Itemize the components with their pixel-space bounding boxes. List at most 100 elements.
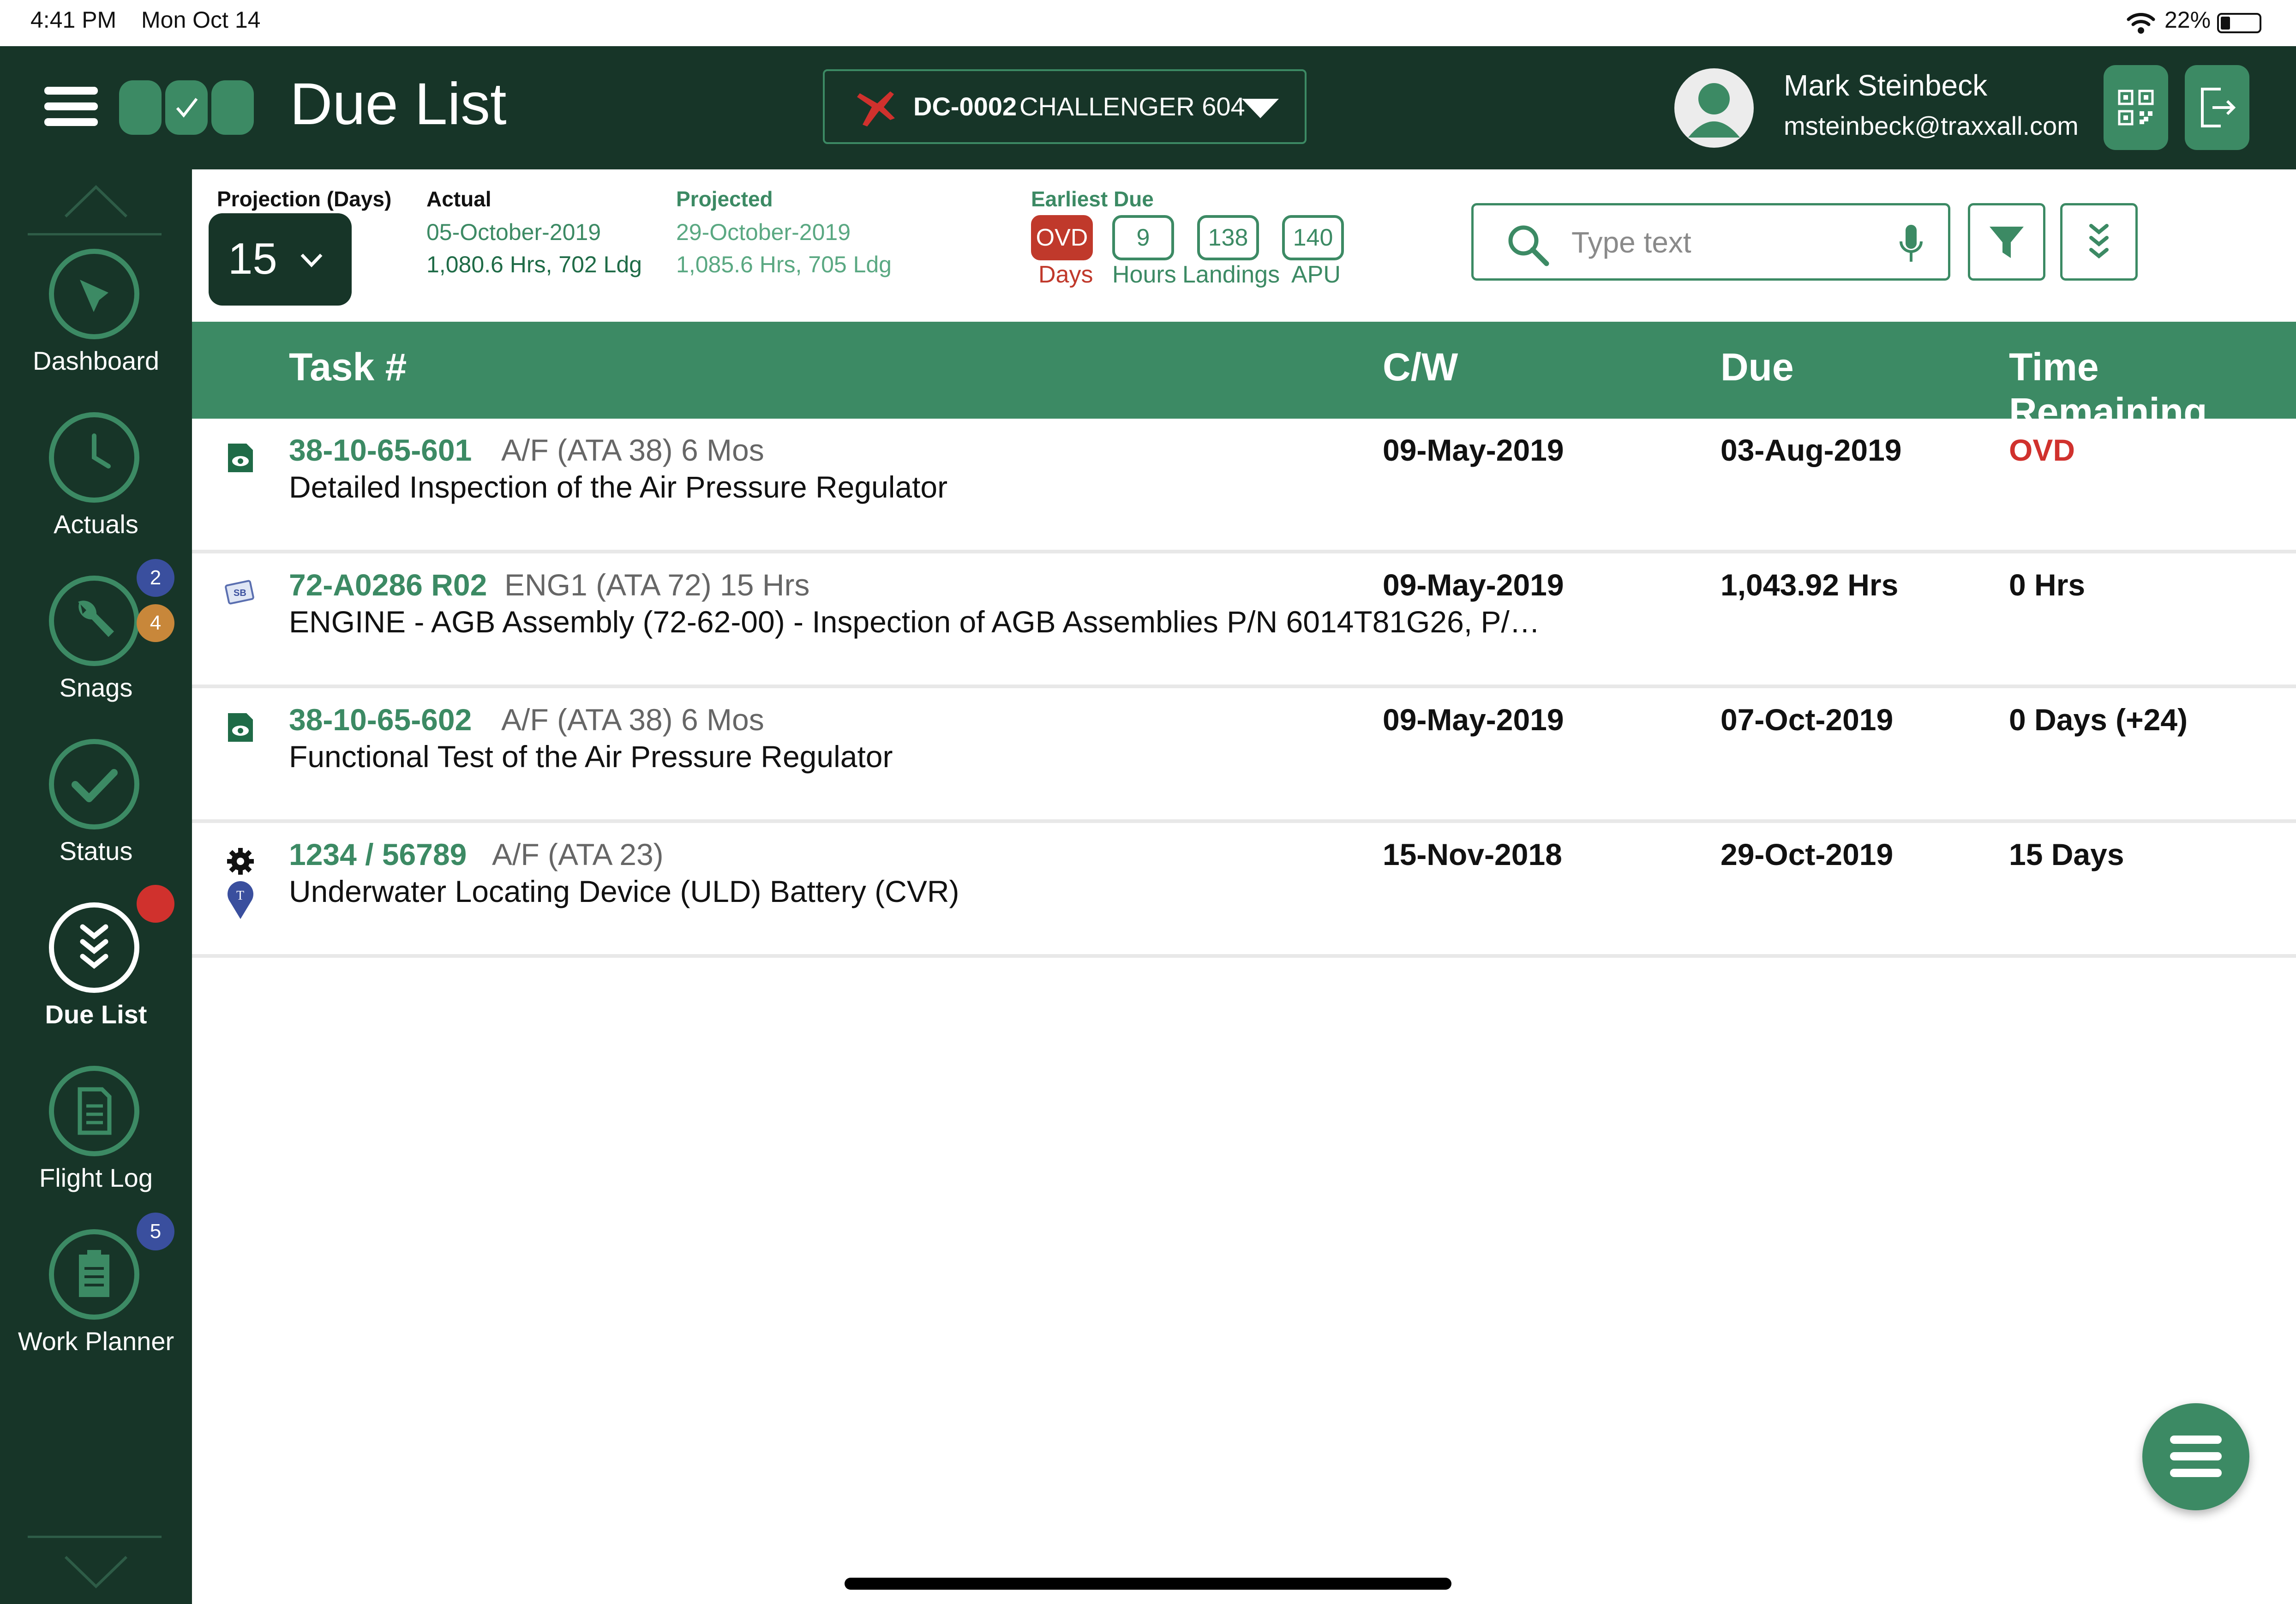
actual-values: 1,080.6 Hrs, 702 Ldg: [426, 252, 642, 277]
work-planner-count-badge: 5: [137, 1213, 174, 1250]
sidebar-item-label: Snags: [59, 673, 133, 702]
task-meta: A/F (ATA 23): [492, 837, 664, 871]
due-value: 1,043.92 Hrs: [1721, 568, 1899, 602]
earliest-due-landings-label: Landings: [1182, 261, 1280, 288]
task-description: ENGINE - AGB Assembly (72-62-00) - Inspe…: [289, 605, 1540, 639]
projection-days-select[interactable]: 15: [209, 213, 352, 306]
earliest-due-hours-badge: 9: [1112, 215, 1174, 260]
gear-icon: [227, 848, 254, 875]
dashboard-icon: [49, 249, 139, 339]
chevrons-down-icon: [49, 902, 139, 993]
logout-button[interactable]: [2185, 65, 2249, 150]
search-icon: [1508, 225, 1549, 266]
complied-with-date: 09-May-2019: [1383, 703, 1564, 737]
task-description: Functional Test of the Air Pressure Regu…: [289, 739, 893, 774]
page-title: Due List: [290, 71, 507, 137]
service-bulletin-icon: SB: [225, 580, 254, 605]
sidebar: Dashboard Actuals Snags 2 4 Status Due L…: [0, 169, 192, 1604]
sidebar-item-label: Flight Log: [39, 1163, 153, 1192]
logout-icon: [2201, 88, 2236, 127]
airplane-icon: [857, 91, 895, 126]
due-value: 03-Aug-2019: [1721, 433, 1902, 467]
user-icon: [1688, 83, 1740, 138]
sidebar-item-snags[interactable]: Snags 2 4: [0, 559, 192, 733]
task-description: Detailed Inspection of the Air Pressure …: [289, 470, 948, 504]
floating-menu-button[interactable]: [2142, 1403, 2249, 1510]
sidebar-item-flight-log[interactable]: Flight Log: [0, 1066, 192, 1223]
table-row[interactable]: T 1234 / 56789 A/F (ATA 23) Underwater L…: [192, 823, 2296, 958]
search-input[interactable]: [1571, 221, 1886, 264]
checkmark-icon: [49, 739, 139, 829]
earliest-due-apu-badge: 140: [1282, 215, 1344, 260]
hamburger-menu-button[interactable]: [44, 83, 100, 129]
task-number[interactable]: 1234 / 56789: [289, 837, 467, 872]
due-value: 07-Oct-2019: [1721, 703, 1894, 737]
app-logo: [119, 0, 258, 169]
earliest-due-days-label: Days: [1038, 261, 1093, 288]
task-meta: A/F (ATA 38) 6 Mos: [501, 703, 764, 737]
filter-icon: [1990, 227, 2024, 258]
qr-code-icon: [2118, 90, 2154, 126]
complied-with-date: 15-Nov-2018: [1383, 837, 1562, 871]
projected-title: Projected: [676, 187, 773, 211]
snags-count-badge: 4: [137, 604, 174, 642]
battery-percent: 22%: [2164, 7, 2211, 33]
earliest-due-apu-label: APU: [1291, 261, 1341, 288]
status-time: 4:41 PM: [30, 7, 117, 33]
user-avatar[interactable]: [1674, 68, 1754, 148]
time-remaining: 15 Days: [2009, 837, 2124, 871]
sidebar-item-status[interactable]: Status: [0, 739, 192, 896]
clock-icon: [49, 412, 139, 503]
sidebar-item-work-planner[interactable]: Work Planner 5: [0, 1213, 192, 1386]
pin-letter: T: [236, 889, 244, 903]
sidebar-item-label: Status: [59, 836, 133, 865]
sidebar-item-actuals[interactable]: Actuals: [0, 412, 192, 569]
projected-values: 1,085.6 Hrs, 705 Ldg: [676, 252, 892, 277]
wrench-icon: [49, 576, 139, 666]
sidebar-item-label: Due List: [45, 1000, 147, 1029]
task-number[interactable]: 72-A0286 R02: [289, 567, 487, 602]
qr-code-button[interactable]: [2104, 65, 2168, 150]
filter-button[interactable]: [1968, 203, 2045, 281]
time-remaining: 0 Hrs: [2009, 568, 2086, 602]
earliest-due-landings-badge: 138: [1197, 215, 1259, 260]
scroll-down-chevron-icon[interactable]: [63, 1554, 129, 1591]
inspection-doc-icon: [228, 713, 253, 742]
sidebar-item-label: Dashboard: [33, 346, 159, 375]
task-number[interactable]: 38-10-65-602: [289, 702, 472, 737]
table-row[interactable]: 38-10-65-601 A/F (ATA 38) 6 Mos Detailed…: [192, 419, 2296, 553]
inspection-doc-icon: [228, 444, 253, 472]
sidebar-item-due-list[interactable]: Due List: [0, 885, 192, 1059]
table-row[interactable]: 38-10-65-602 A/F (ATA 38) 6 Mos Function…: [192, 688, 2296, 823]
sidebar-item-dashboard[interactable]: Dashboard: [0, 249, 192, 406]
home-indicator[interactable]: [845, 1578, 1451, 1590]
projected-date: 29-October-2019: [676, 219, 851, 245]
aircraft-model: CHALLENGER 604: [1019, 92, 1245, 121]
clipboard-icon: [49, 1229, 139, 1320]
task-description: Underwater Locating Device (ULD) Battery…: [289, 874, 959, 908]
column-header-task[interactable]: Task #: [289, 345, 407, 390]
map-pin-icon: T: [228, 881, 253, 919]
task-number[interactable]: 38-10-65-601: [289, 433, 472, 468]
due-value: 29-Oct-2019: [1721, 837, 1894, 871]
aircraft-selector-dropdown[interactable]: DC-0002 CHALLENGER 604: [823, 69, 1307, 144]
column-header-cw[interactable]: C/W: [1383, 345, 1458, 390]
chevron-down-icon: [1242, 99, 1279, 118]
column-header-due[interactable]: Due: [1721, 345, 1794, 390]
table-row[interactable]: SB 72-A0286 R02 ENG1 (ATA 72) 15 Hrs ENG…: [192, 553, 2296, 688]
task-meta: A/F (ATA 38) 6 Mos: [501, 433, 764, 467]
actual-title: Actual: [426, 187, 492, 211]
svg-text:SB: SB: [234, 588, 246, 598]
microphone-icon[interactable]: [1898, 223, 1924, 265]
scroll-up-chevron-icon[interactable]: [63, 182, 129, 219]
actual-date: 05-October-2019: [426, 219, 601, 245]
expand-all-button[interactable]: [2060, 203, 2138, 281]
search-box[interactable]: [1471, 203, 1950, 281]
projection-days-value: 15: [228, 234, 277, 283]
sidebar-item-label: Work Planner: [18, 1327, 174, 1356]
time-remaining: 0 Days (+24): [2009, 703, 2188, 737]
sidebar-item-label: Actuals: [54, 510, 138, 539]
task-meta: ENG1 (ATA 72) 15 Hrs: [504, 568, 810, 602]
document-icon: [49, 1066, 139, 1156]
earliest-due-days-badge: OVD: [1031, 215, 1093, 260]
